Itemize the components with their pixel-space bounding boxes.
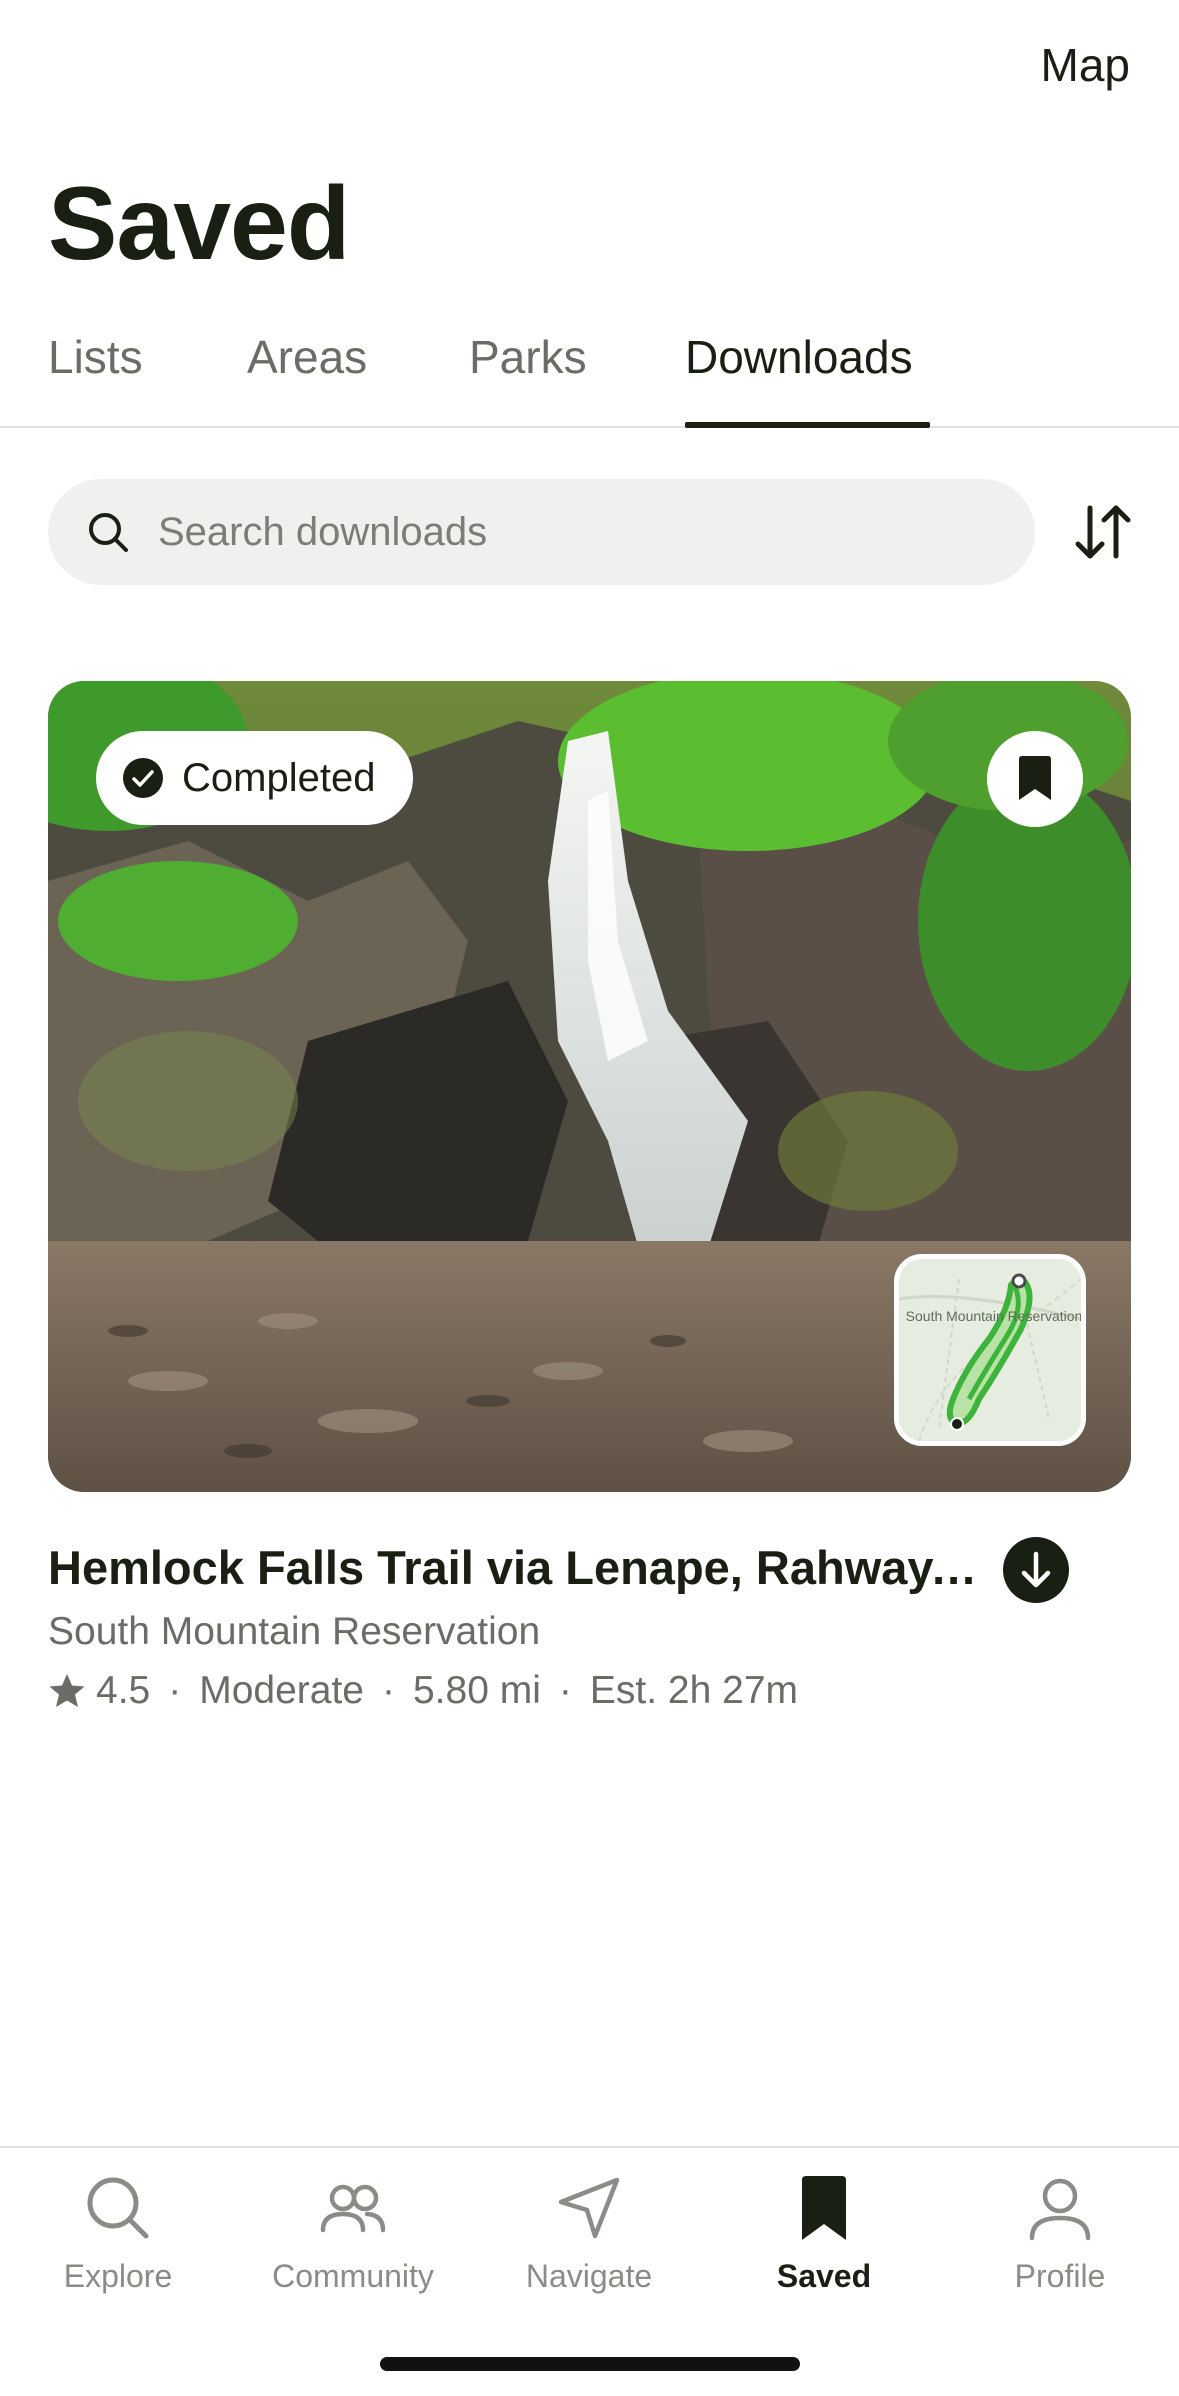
- nav-explore[interactable]: Explore: [18, 2172, 218, 2295]
- bookmark-icon: [802, 2176, 846, 2240]
- search-icon: [89, 513, 128, 552]
- trail-map-thumbnail[interactable]: South Mountain Reservation: [894, 1254, 1086, 1446]
- meta-separator: ·: [168, 1669, 182, 1712]
- trail-map-icon: South Mountain Reservation: [899, 1259, 1081, 1441]
- trail-distance: 5.80 mi: [412, 1669, 541, 1712]
- nav-label: Profile: [1014, 2258, 1106, 2294]
- map-button[interactable]: Map: [1041, 38, 1130, 92]
- page-title: Saved: [48, 166, 350, 282]
- trail-difficulty: Moderate: [199, 1669, 364, 1712]
- nav-saved[interactable]: Saved: [724, 2172, 924, 2295]
- trail-area: South Mountain Reservation: [48, 1610, 541, 1653]
- map-area-label: South Mountain Reservation: [906, 1308, 1081, 1324]
- nav-community[interactable]: Community: [253, 2172, 453, 2295]
- meta-separator: ·: [381, 1669, 395, 1712]
- nav-label: Explore: [63, 2258, 173, 2294]
- search-bar[interactable]: [48, 479, 1035, 585]
- tab-areas[interactable]: Areas: [247, 330, 367, 384]
- navigate-arrow-icon: [558, 2177, 620, 2239]
- tab-bar: Lists Areas Parks Downloads: [0, 318, 1179, 428]
- sort-arrows-icon[interactable]: [1070, 500, 1134, 564]
- nav-label: Navigate: [525, 2258, 653, 2294]
- completed-label: Completed: [182, 755, 376, 800]
- download-icon[interactable]: [1003, 1537, 1069, 1603]
- search-icon: [87, 2177, 149, 2239]
- meta-separator: ·: [558, 1669, 572, 1712]
- completed-badge: Completed: [96, 731, 414, 825]
- star-icon: [49, 1674, 85, 1707]
- active-tab-indicator: [685, 422, 930, 428]
- trail-title[interactable]: Hemlock Falls Trail via Lenape, Rahway, …: [48, 1540, 978, 1595]
- tab-parks[interactable]: Parks: [469, 330, 587, 384]
- trail-rating: 4.5: [96, 1669, 151, 1712]
- trail-est-time: Est. 2h 27m: [589, 1669, 798, 1712]
- search-input[interactable]: [158, 479, 998, 585]
- bookmark-icon: [1019, 756, 1051, 800]
- person-icon: [1029, 2178, 1091, 2241]
- nav-profile[interactable]: Profile: [960, 2172, 1160, 2295]
- trail-meta: 4.5 · Moderate · 5.80 mi · Est. 2h 27m: [48, 1669, 798, 1713]
- people-icon: [320, 2184, 386, 2233]
- nav-label: Saved: [776, 2258, 872, 2294]
- check-circle-icon: [123, 758, 163, 798]
- home-indicator: [380, 2357, 800, 2371]
- bookmark-button[interactable]: [987, 731, 1083, 827]
- nav-navigate[interactable]: Navigate: [489, 2172, 689, 2295]
- nav-label: Community: [272, 2258, 434, 2294]
- trail-card-photo[interactable]: Completed South Mountain Reservation: [48, 681, 1131, 1492]
- tab-lists[interactable]: Lists: [48, 330, 143, 384]
- tab-downloads[interactable]: Downloads: [685, 330, 913, 384]
